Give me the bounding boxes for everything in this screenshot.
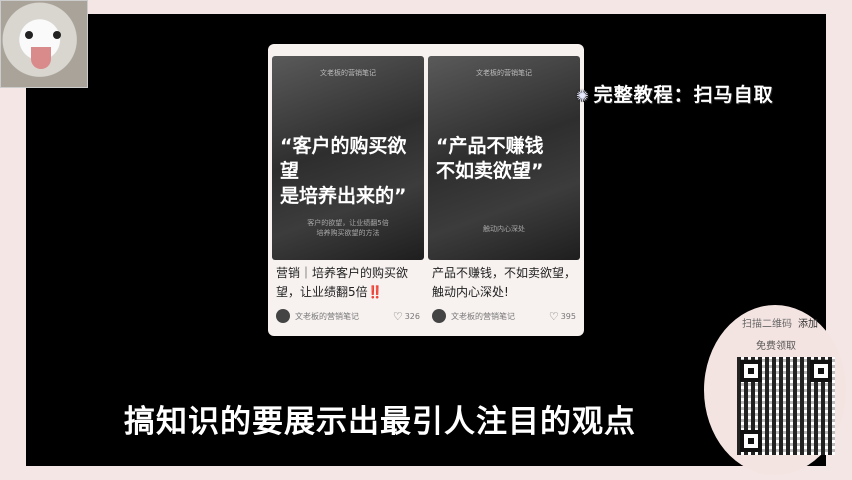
post-meta: 文老板的营销笔记 ♡ 326 — [276, 308, 420, 324]
author-avatar[interactable] — [432, 309, 446, 323]
tongue-shape — [31, 47, 51, 69]
eye-icon — [25, 31, 33, 39]
promo-label: 扫描二维码 添加 — [742, 319, 818, 330]
cover-quote: “客户的购买欲望 是培养出来的” — [280, 135, 407, 207]
cover-brand: 文老板的营销笔记 — [320, 69, 376, 77]
cover-subtext: 触动内心深处 — [483, 225, 525, 233]
post-meta: 文老板的营销笔记 ♡ 395 — [432, 308, 576, 324]
like-count: 395 — [560, 311, 576, 321]
cover-subtext: 客户的欲望，让业绩翻5倍 培养购买欲望的方法 — [307, 219, 389, 237]
phone-screenshot: 文老板的营销笔记 “客户的购买欲望 是培养出来的” 客户的欲望，让业绩翻5倍 培… — [268, 44, 584, 336]
like-count: 326 — [404, 311, 420, 321]
author-name[interactable]: 文老板的营销笔记 — [295, 311, 393, 322]
heart-icon[interactable]: ♡ — [549, 310, 559, 323]
author-avatar[interactable] — [276, 309, 290, 323]
post-cover: 文老板的营销笔记 “产品不赚钱 不如卖欲望” 触动内心深处 — [428, 56, 580, 260]
promo-free-text: 免费领取 — [756, 341, 796, 352]
qr-finder — [810, 360, 832, 382]
qr-finder — [740, 430, 762, 452]
post-card[interactable]: 文老板的营销笔记 “客户的购买欲望 是培养出来的” 客户的欲望，让业绩翻5倍 培… — [272, 56, 424, 331]
author-name[interactable]: 文老板的营销笔记 — [451, 311, 549, 322]
video-subtitle: 搞知识的要展示出最引人注目的观点 — [124, 404, 636, 440]
fire-icon: ✺ — [576, 87, 590, 105]
post-caption: 营销｜培养客户的购买欲望，让业绩翻5倍‼️ — [276, 266, 409, 299]
heart-icon[interactable]: ♡ — [393, 310, 403, 323]
cover-quote: “产品不赚钱 不如卖欲望” — [436, 135, 544, 182]
post-caption: 产品不赚钱，不如卖欲望，触动内心深处! — [432, 266, 577, 299]
qr-code[interactable] — [737, 357, 835, 455]
tutorial-tag: ✺ 完整教程：扫马自取 — [576, 84, 774, 106]
webcam-overlay — [0, 0, 88, 88]
post-card[interactable]: 文老板的营销笔记 “产品不赚钱 不如卖欲望” 触动内心深处 产品不赚钱，不如卖欲… — [428, 56, 580, 331]
post-cover: 文老板的营销笔记 “客户的购买欲望 是培养出来的” 客户的欲望，让业绩翻5倍 培… — [272, 56, 424, 260]
qr-finder — [740, 360, 762, 382]
eye-icon — [53, 31, 61, 39]
qr-promo[interactable]: 扫描二维码 添加 免费领取 — [704, 305, 846, 475]
cover-brand: 文老板的营销笔记 — [476, 69, 532, 77]
